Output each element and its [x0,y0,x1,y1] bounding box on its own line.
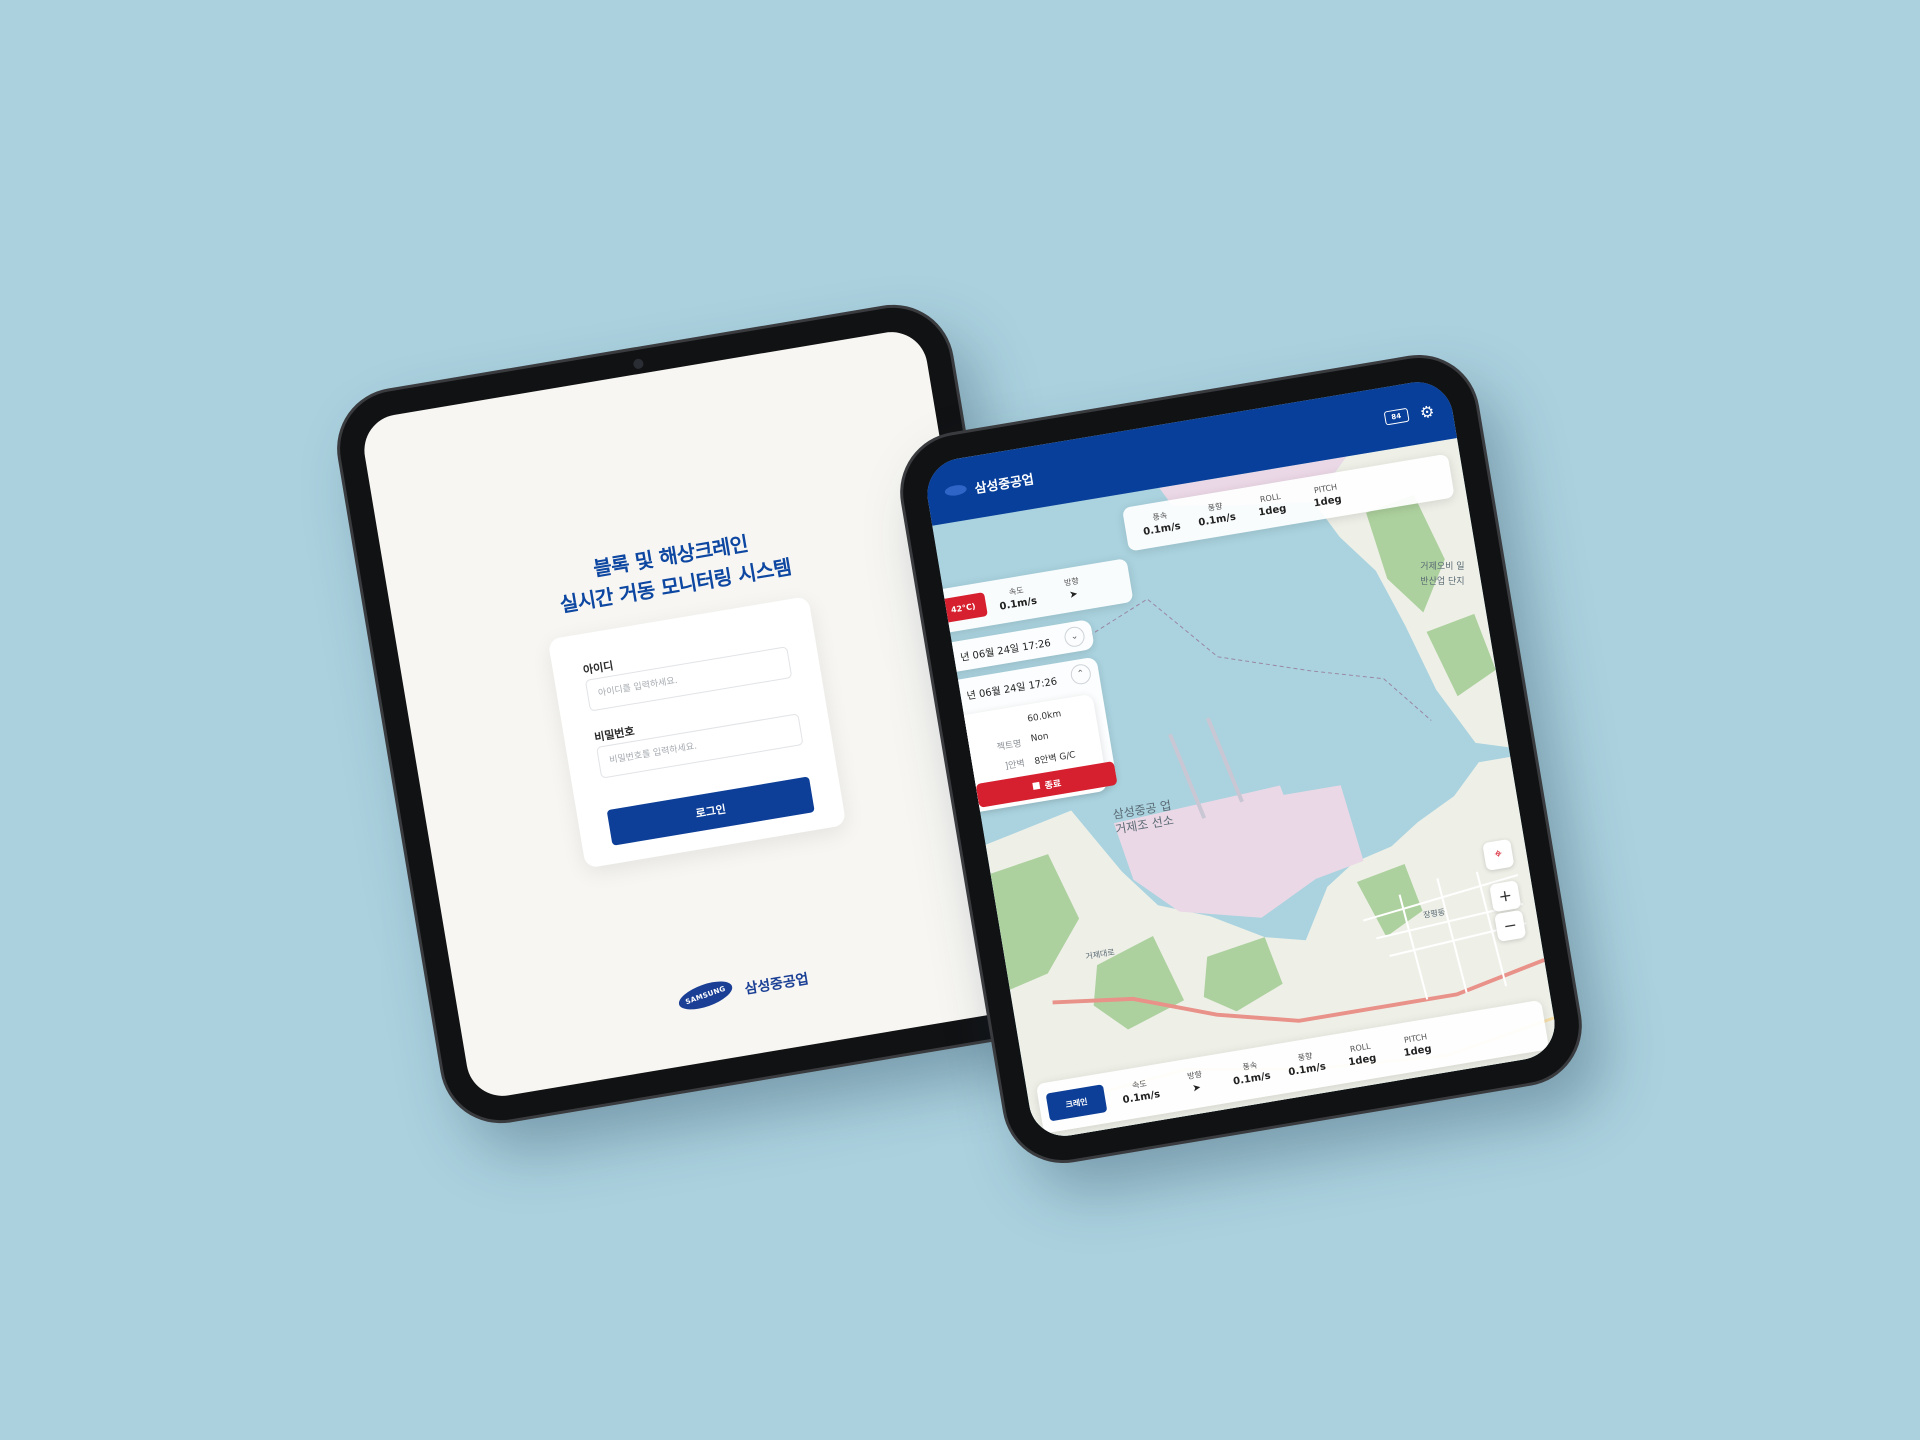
stat-heading: 방향 ➤ [1043,572,1103,607]
settings-gear-icon[interactable]: ⚙ [1418,401,1435,422]
stat-roll: ROLL 1deg [1257,491,1288,519]
bottom-stat-roll: ROLL 1deg [1347,1041,1378,1069]
crane-button[interactable]: 크레인 [1045,1084,1108,1122]
chevron-down-icon[interactable]: ⌄ [1063,625,1087,649]
stat-speed: 속도 0.1m/s [998,585,1038,613]
id-input[interactable] [584,646,793,712]
brand-name: 삼성중공업 [743,971,810,998]
battery-icon: 84 [1383,407,1410,426]
login-form: 아이디 비밀번호 로그인 [547,596,847,869]
stat-pitch: PITCH 1deg [1312,482,1343,510]
brand-footer: SAMSUNG 삼성중공업 [460,931,1026,1047]
zoom-in-button[interactable]: + [1489,880,1522,913]
bottom-stat-pitch: PITCH 1deg [1402,1032,1433,1060]
bottom-stat-heading: 방향 ➤ [1166,1065,1226,1100]
samsung-logo [944,483,968,498]
login-button[interactable]: 로그인 [606,776,815,846]
detail-row-project: 젝트명 Non [996,731,1050,754]
stat-wind-speed: 풍속 0.1m/s [1142,510,1182,538]
front-camera [632,358,645,370]
industrial-complex-map-label: 거제오비 일반산업 단지 [1420,562,1465,588]
locate-me-icon[interactable]: ⌖ [1482,838,1515,871]
samsung-logo: SAMSUNG [675,975,736,1016]
zoom-out-button[interactable]: − [1494,909,1527,942]
bottom-stat-wind-direction: 풍향 0.1m/s [1287,1051,1327,1079]
detail-row-distance: 60.0km [1026,709,1062,725]
temperature-chip[interactable]: 42°C) [938,592,988,624]
header-title: 삼성중공업 [973,471,1036,497]
stop-icon: ■ [1031,780,1042,792]
stat-wind-direction: 풍향 0.1m/s [1197,501,1237,529]
chevron-up-icon[interactable]: ⌃ [1069,662,1093,686]
map-screen: 삼성중공 업 거제조 선소 거제오비 일반산업 단지 거제대로 장평동 삼성중공… [922,376,1560,1142]
map-tablet: 삼성중공 업 거제조 선소 거제오비 일반산업 단지 거제대로 장평동 삼성중공… [894,349,1588,1169]
bottom-stat-speed: 속도 0.1m/s [1121,1079,1162,1107]
bottom-stat-wind-speed: 풍속 0.1m/s [1232,1060,1272,1088]
session-date-2: 년 06월 24일 17:26 [966,676,1059,703]
